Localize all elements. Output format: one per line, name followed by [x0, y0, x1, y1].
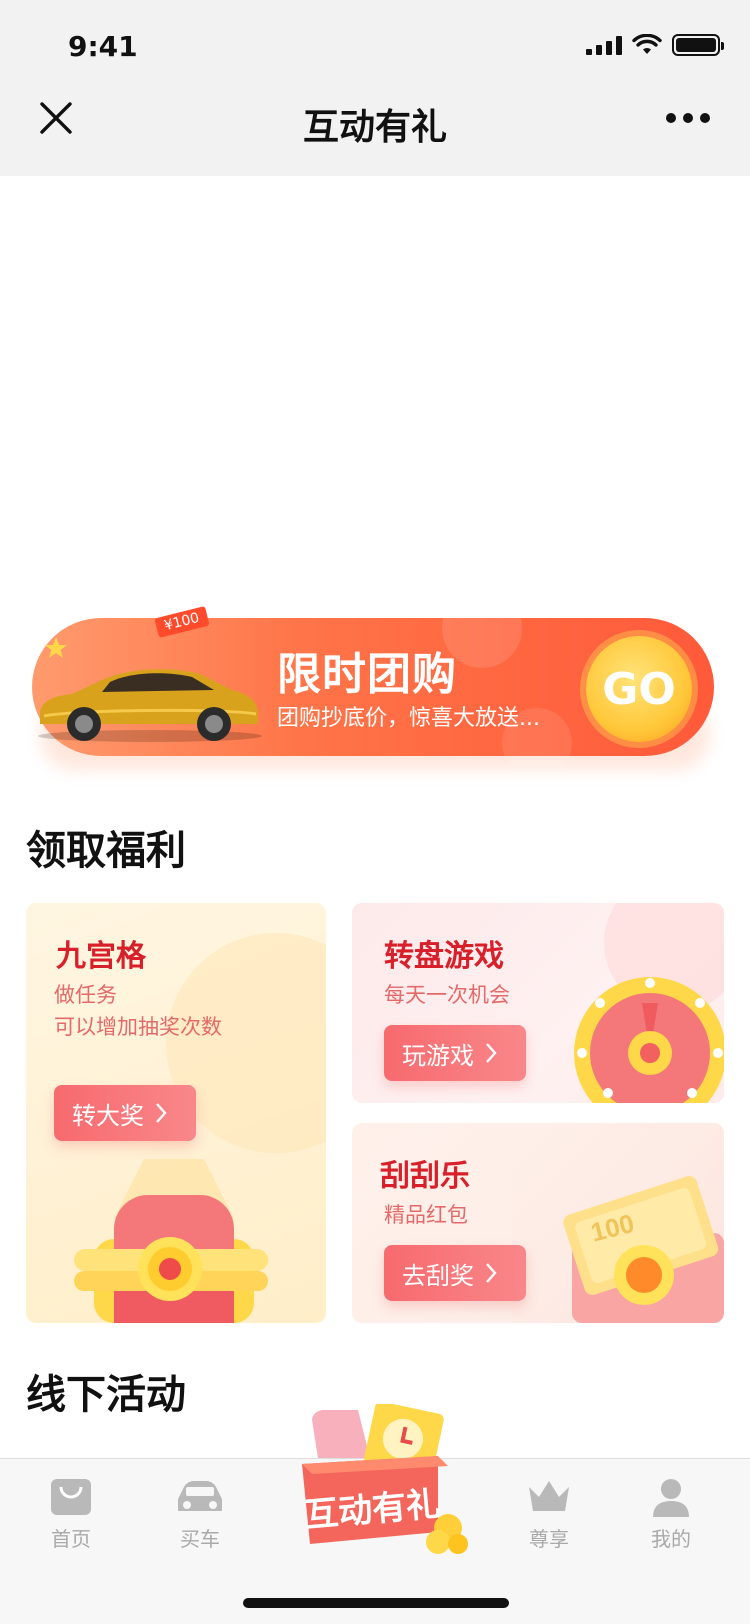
- top-bar: 9:41 互动有礼: [0, 0, 750, 176]
- prize-wheel-icon: [574, 977, 724, 1103]
- card-desc: 精品红包: [384, 1203, 468, 1227]
- button-label: 去刮奖: [402, 1261, 474, 1290]
- car-icon: [178, 1481, 222, 1511]
- tab-mine[interactable]: 我的: [626, 1477, 716, 1552]
- tab-interactive-gifts[interactable]: 互动有礼: [298, 1401, 474, 1564]
- tab-label: 我的: [651, 1527, 691, 1551]
- chevron-right-icon: [486, 1043, 497, 1063]
- wifi-icon: [632, 34, 662, 54]
- card-title: 九宫格: [56, 939, 146, 974]
- card-title: 刮刮乐: [380, 1159, 470, 1194]
- card-desc-line1: 做任务: [54, 983, 117, 1007]
- group-buy-banner[interactable]: ¥100 限时团购 团购抄底价，惊喜大放送... GO: [32, 588, 714, 778]
- price-tag: ¥100: [154, 606, 210, 638]
- chevron-right-icon: [156, 1103, 167, 1123]
- card-desc-line2: 可以增加抽奖次数: [54, 1015, 222, 1039]
- grid-lottery-card[interactable]: 九宫格 做任务 可以增加抽奖次数 转大奖: [26, 903, 326, 1323]
- user-icon: [653, 1479, 689, 1517]
- tab-buy-car[interactable]: 买车: [155, 1477, 245, 1552]
- tab-label: 买车: [180, 1527, 220, 1551]
- battery-icon: [672, 34, 724, 56]
- wheel-game-card[interactable]: 转盘游戏 每天一次机会 玩游戏: [352, 903, 724, 1103]
- crown-icon: [529, 1481, 569, 1511]
- chevron-right-icon: [486, 1263, 497, 1283]
- banner-subtitle: 团购抄底价，惊喜大放送...: [277, 706, 540, 731]
- spin-prize-button[interactable]: 转大奖: [54, 1085, 196, 1141]
- status-icons: [586, 34, 724, 56]
- banner-title: 限时团购: [277, 649, 457, 700]
- car-image: [38, 669, 262, 742]
- signal-icon: [586, 35, 622, 55]
- scratch-prize-button[interactable]: 去刮奖: [384, 1245, 526, 1301]
- home-indicator: [243, 1598, 509, 1608]
- page-title: 互动有礼: [302, 107, 447, 148]
- go-button[interactable]: GO: [586, 636, 692, 742]
- button-label: 玩游戏: [402, 1041, 474, 1070]
- button-label: 转大奖: [72, 1101, 144, 1130]
- tab-exclusive[interactable]: 尊享: [504, 1477, 594, 1552]
- bag-icon: [51, 1479, 91, 1515]
- offline-section-title: 线下活动: [26, 1372, 186, 1418]
- treasure-chest-icon: [74, 1159, 268, 1323]
- more-icon[interactable]: [666, 98, 710, 138]
- tab-home[interactable]: 首页: [26, 1477, 116, 1552]
- play-game-button[interactable]: 玩游戏: [384, 1025, 526, 1081]
- tab-label: 首页: [51, 1527, 91, 1551]
- benefits-section-title: 领取福利: [26, 828, 186, 874]
- card-desc: 每天一次机会: [384, 983, 510, 1007]
- scratch-card[interactable]: 刮刮乐 精品红包 去刮奖 100: [352, 1123, 724, 1323]
- card-title: 转盘游戏: [384, 939, 504, 974]
- tab-label: 尊享: [529, 1527, 569, 1551]
- status-time: 9:41: [68, 30, 138, 63]
- red-envelope-icon: 100: [563, 1176, 724, 1323]
